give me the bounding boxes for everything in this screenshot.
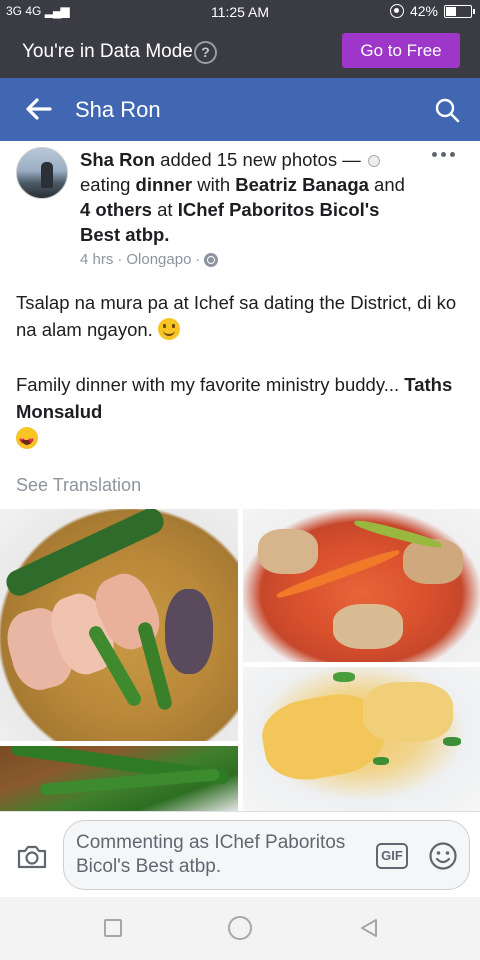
battery-percent: 42% (409, 3, 438, 19)
system-nav-bar (0, 897, 480, 960)
hotspot-icon (389, 4, 404, 18)
headline-activity: eating (80, 174, 136, 195)
post-paragraph-1: Tsalap na mura pa at Ichef sa dating the… (16, 289, 466, 343)
question-circle-icon[interactable]: ? (194, 41, 217, 64)
headline-action: added 15 new photos — (155, 149, 366, 170)
author-name[interactable]: Sha Ron (80, 149, 155, 170)
tagged-person-link[interactable]: Beatriz Banaga (235, 174, 369, 195)
photo-1[interactable] (0, 509, 238, 741)
app-header: Sha Ron (0, 78, 480, 141)
post-time[interactable]: 4 hrs (80, 251, 113, 268)
avatar[interactable] (16, 147, 68, 199)
back-arrow-icon[interactable] (24, 96, 52, 122)
see-translation-link[interactable]: See Translation (16, 475, 141, 496)
photo-3[interactable] (243, 667, 480, 811)
post-meta: 4 hrs · Olongapo · (80, 251, 219, 268)
comment-composer: Commenting as IChef Paboritos Bicol's Be… (0, 811, 480, 897)
others-link[interactable]: 4 others (80, 199, 152, 220)
headline-with: with (192, 174, 236, 195)
page-title: Sha Ron (75, 97, 161, 122)
photo-4[interactable] (0, 746, 238, 811)
circle-icon[interactable] (228, 916, 252, 940)
data-mode-banner: You're in Data Mode ? Go to Free (0, 24, 480, 78)
more-options-icon[interactable] (432, 149, 456, 159)
photo-grid (0, 509, 480, 811)
comment-placeholder: Commenting as IChef Paboritos Bicol's Be… (76, 832, 346, 877)
camera-icon[interactable] (16, 844, 48, 870)
gif-button[interactable]: GIF (376, 843, 408, 869)
triangle-back-icon[interactable] (358, 917, 380, 939)
post-headline: Sha Ron added 15 new photos — eating din… (80, 147, 420, 247)
go-to-free-button[interactable]: Go to Free (342, 33, 460, 68)
square-icon[interactable] (104, 919, 122, 937)
dinner-icon (367, 155, 380, 167)
paragraph-2-text: Family dinner with my favorite ministry … (16, 374, 405, 395)
photo-2[interactable] (243, 509, 480, 662)
battery-icon (444, 4, 475, 18)
globe-icon (204, 252, 219, 267)
smile-emoji-icon (157, 318, 180, 340)
search-icon[interactable] (434, 97, 460, 123)
headline-at: at (151, 199, 178, 220)
post-body: Tsalap na mura pa at Ichef sa dating the… (16, 289, 466, 480)
data-mode-label: You're in Data Mode (22, 41, 193, 62)
meta-separator: · (117, 251, 123, 268)
meta-separator-2: · (195, 251, 201, 268)
status-bar: 3G 4G ▂▄▆ 11:25 AM 42% (0, 0, 480, 24)
comment-input[interactable]: Commenting as IChef Paboritos Bicol's Be… (63, 820, 470, 890)
heart-eyes-emoji-icon (16, 427, 38, 455)
post-location[interactable]: Olongapo (126, 251, 191, 268)
headline-and: and (368, 174, 405, 195)
smiley-icon[interactable] (428, 841, 458, 871)
paragraph-1-text: Tsalap na mura pa at Ichef sa dating the… (16, 292, 457, 340)
headline-activity-bold: dinner (135, 174, 193, 195)
post-paragraph-2: Family dinner with my favorite ministry … (16, 371, 466, 455)
